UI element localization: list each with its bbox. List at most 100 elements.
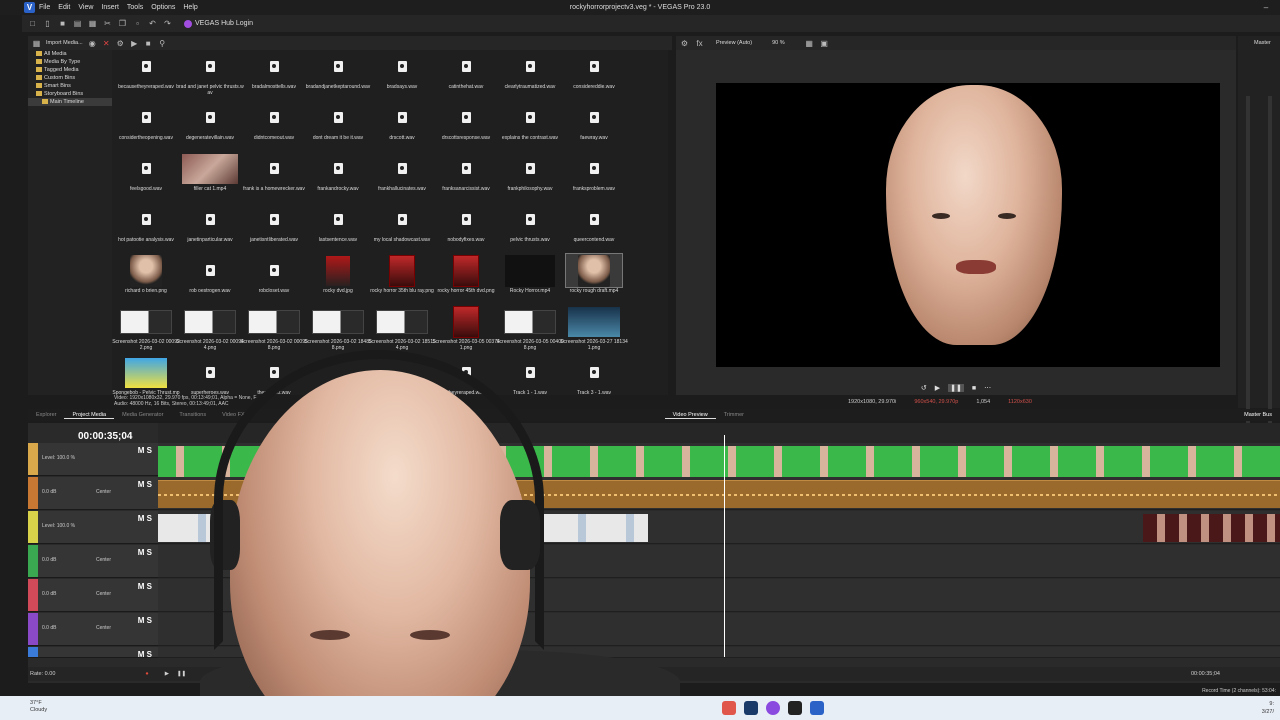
mute-solo-buttons[interactable]: M S	[138, 548, 152, 557]
play-icon[interactable]: ▶	[165, 671, 169, 677]
media-item[interactable]: frankhallucinates.wav	[368, 152, 430, 202]
mute-solo-buttons[interactable]: M S	[138, 480, 152, 489]
copy-icon[interactable]: ❐	[118, 19, 127, 28]
tree-item[interactable]: Media By Type	[28, 58, 112, 66]
media-item[interactable]: Screenshot 2026-03-27 181341.png	[560, 305, 628, 355]
settings-icon[interactable]: ⚙	[680, 39, 689, 48]
media-item[interactable]: bradsays.wav	[368, 50, 430, 100]
audio-track-header[interactable]: M S 0.0 dB Center	[28, 477, 158, 510]
brave-icon[interactable]	[722, 701, 736, 715]
rocky-clip[interactable]	[1143, 514, 1280, 542]
media-item[interactable]: nobodyfixes.wav	[432, 203, 494, 253]
media-item[interactable]: lastsentence.wav	[304, 203, 366, 253]
views-icon[interactable]: ▦	[32, 39, 41, 48]
remove-icon[interactable]: ✕	[102, 39, 111, 48]
undo-icon[interactable]: ↶	[148, 19, 157, 28]
media-item[interactable]: rocky dvd.jpg	[304, 254, 366, 304]
menu-edit[interactable]: Edit	[58, 4, 70, 11]
pause-icon[interactable]: ❚❚	[177, 671, 186, 677]
snapshot-icon[interactable]: ▣	[820, 39, 829, 48]
video-track-header[interactable]: M S Level: 100.0 %	[28, 511, 158, 544]
stop-icon[interactable]: ■	[144, 39, 153, 48]
search-icon[interactable]: ⚲	[158, 39, 167, 48]
more-icon[interactable]: ⋯	[984, 384, 991, 392]
media-item[interactable]: filler cat 1.mp4	[176, 152, 238, 202]
media-item[interactable]: pelvic thrusts.wav	[496, 203, 558, 253]
playhead[interactable]	[724, 435, 725, 657]
properties-icon[interactable]: ▦	[88, 19, 97, 28]
menu-options[interactable]: Options	[151, 4, 175, 11]
media-item[interactable]: degeneratevillain.wav	[176, 101, 238, 151]
vegas-taskbar-icon[interactable]	[810, 701, 824, 715]
stop-icon[interactable]: ■	[972, 385, 976, 392]
media-item[interactable]: rocky rough draft.mp4	[560, 253, 623, 304]
cut-icon[interactable]: ✂	[103, 19, 112, 28]
media-item[interactable]: Rocky Horror.mp4	[496, 254, 558, 304]
audio-track-header[interactable]: M S	[28, 647, 158, 659]
media-item[interactable]: rocky horror 45th dvd.png	[432, 254, 494, 304]
open-icon[interactable]: ▯	[43, 19, 52, 28]
media-item[interactable]: Screenshot 2026-03-05 003741.png	[432, 305, 500, 355]
media-item[interactable]: bradandjanetkeptaround.wav	[304, 50, 370, 100]
media-item[interactable]: explains the contrast.wav	[496, 101, 558, 151]
paste-icon[interactable]: ▫	[133, 19, 142, 28]
mute-solo-buttons[interactable]: M S	[138, 582, 152, 591]
audio-track-header[interactable]: M S 0.0 dB Center	[28, 613, 158, 646]
media-item[interactable]: becausetheyreraped.wav	[112, 50, 174, 100]
mute-solo-buttons[interactable]: M S	[138, 514, 152, 523]
loop-icon[interactable]: ↺	[921, 384, 927, 392]
media-item[interactable]: bradalmosttells.wav	[240, 50, 302, 100]
audio-track-header[interactable]: M S 0.0 dB Center	[28, 579, 158, 612]
media-item[interactable]: frankphilosophy.wav	[496, 152, 558, 202]
vegas-hub-login[interactable]: VEGAS Hub Login	[184, 19, 253, 28]
preview-mode-dropdown[interactable]: Preview (Auto)	[716, 40, 752, 46]
weather-widget[interactable]: 37°F Cloudy	[30, 696, 47, 720]
mute-solo-buttons[interactable]: M S	[138, 650, 152, 659]
media-item[interactable]: robcloset.wav	[240, 254, 302, 304]
preview-zoom[interactable]: 90 %	[772, 40, 785, 46]
media-item[interactable]: clearlytraumatized.wav	[496, 50, 558, 100]
media-item[interactable]: richard o brien.png	[112, 254, 174, 304]
menu-view[interactable]: View	[78, 4, 93, 11]
audio-track-header[interactable]: M S 0.0 dB Center	[28, 545, 158, 578]
grid-icon[interactable]: ▦	[805, 39, 814, 48]
minimize-icon[interactable]: –	[1252, 0, 1280, 15]
menu-file[interactable]: File	[39, 4, 50, 11]
render-icon[interactable]: ▤	[73, 19, 82, 28]
menu-tools[interactable]: Tools	[127, 4, 143, 11]
save-icon[interactable]: ■	[58, 19, 67, 28]
tab-project-media[interactable]: Project Media	[64, 412, 115, 419]
media-item[interactable]: frank is a homewrecker.wav	[240, 152, 305, 202]
media-item[interactable]: Screenshot 2026-03-02 184858.png	[304, 305, 372, 355]
media-item[interactable]: Screenshot 2026-03-05 004008.png	[496, 305, 564, 355]
media-item[interactable]: dont dream it be it.wav	[304, 101, 366, 151]
media-item[interactable]: Screenshot 2026-03-02 000958.png	[240, 305, 308, 355]
tree-item[interactable]: Tagged Media	[28, 66, 112, 74]
tab-media-generator[interactable]: Media Generator	[114, 412, 171, 418]
media-item[interactable]: considereddie.wav	[560, 50, 622, 100]
mute-solo-buttons[interactable]: M S	[138, 446, 152, 455]
media-item[interactable]: Screenshot 2026-03-02 000922.png	[112, 305, 180, 355]
tab-explorer[interactable]: Explorer	[28, 412, 64, 418]
media-item[interactable]: faewray.wav	[560, 101, 622, 151]
media-fx-icon[interactable]: ⚙	[116, 39, 125, 48]
menu-insert[interactable]: Insert	[101, 4, 119, 11]
media-item[interactable]: feelsgood.wav	[112, 152, 174, 202]
capture-icon[interactable]: ◉	[88, 39, 97, 48]
redo-icon[interactable]: ↷	[163, 19, 172, 28]
play-icon[interactable]: ▶	[130, 39, 139, 48]
media-item[interactable]: franksproblem.wav	[560, 152, 622, 202]
tree-item[interactable]: Smart Bins	[28, 82, 112, 90]
media-item[interactable]: drscott.wav	[368, 101, 430, 151]
app-icon[interactable]	[766, 701, 780, 715]
media-item[interactable]: my local shadowcast.wav	[368, 203, 430, 253]
new-project-icon[interactable]: □	[28, 19, 37, 28]
media-item[interactable]: hot patootie analysis.wav	[112, 203, 174, 253]
mute-solo-buttons[interactable]: M S	[138, 616, 152, 625]
import-media-button[interactable]: Import Media...	[46, 40, 83, 46]
media-item[interactable]: brad and janet pelvic thrusts.wav	[176, 50, 244, 100]
media-item[interactable]: janetinparticular.wav	[176, 203, 238, 253]
tree-item[interactable]: Main Timeline	[28, 98, 112, 106]
pause-icon[interactable]: ❚❚	[948, 384, 964, 392]
media-item[interactable]: frankandrocky.wav	[304, 152, 366, 202]
